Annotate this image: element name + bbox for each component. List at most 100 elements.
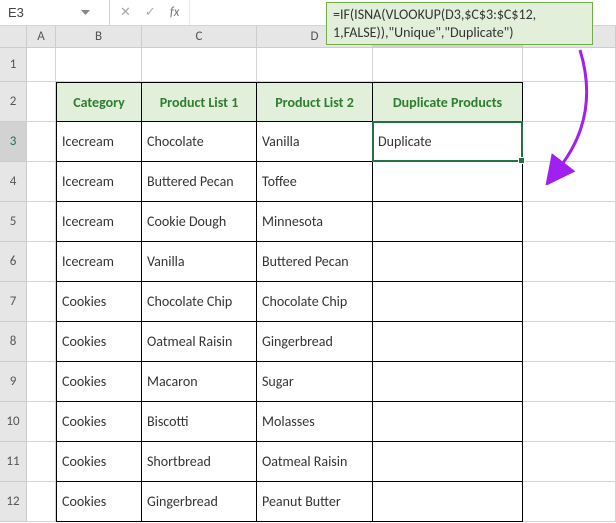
cell-E9[interactable] <box>373 362 523 402</box>
cell-tail-9[interactable] <box>523 362 616 402</box>
cell-D7[interactable]: Chocolate Chip <box>257 282 373 322</box>
cell-E7[interactable] <box>373 282 523 322</box>
formula-tooltip-line1: =IF(ISNA(VLOOKUP(D3,$C$3:$C$12, <box>333 6 586 24</box>
cell-A7[interactable] <box>27 282 56 322</box>
cell-D1[interactable] <box>257 48 373 82</box>
row-header-9[interactable]: 9 <box>0 362 27 402</box>
cell-B12[interactable]: Cookies <box>56 482 142 522</box>
col-header-B[interactable]: B <box>56 26 142 48</box>
cell-C9[interactable]: Macaron <box>142 362 257 402</box>
cell-E1[interactable] <box>373 48 523 82</box>
col-header-A[interactable]: A <box>27 26 56 48</box>
header-product-list-2[interactable]: Product List 2 <box>257 82 373 122</box>
cell-C5[interactable]: Cookie Dough <box>142 202 257 242</box>
row-header-6[interactable]: 6 <box>0 242 27 282</box>
cell-E4[interactable] <box>373 162 523 202</box>
row-header-3[interactable]: 3 <box>0 122 27 162</box>
cell-tail-4[interactable] <box>523 162 616 202</box>
cell-D3[interactable]: Vanilla <box>257 122 373 162</box>
row-header-7[interactable]: 7 <box>0 282 27 322</box>
grid-row-4: Icecream Buttered Pecan Toffee <box>27 162 616 202</box>
cell-tail-7[interactable] <box>523 282 616 322</box>
cell-tail-3[interactable] <box>523 122 616 162</box>
cell-A6[interactable] <box>27 242 56 282</box>
cell-C11[interactable]: Shortbread <box>142 442 257 482</box>
cell-C4[interactable]: Buttered Pecan <box>142 162 257 202</box>
cell-tail-5[interactable] <box>523 202 616 242</box>
cancel-icon[interactable]: ✕ <box>120 5 131 20</box>
cell-B7[interactable]: Cookies <box>56 282 142 322</box>
cell-A4[interactable] <box>27 162 56 202</box>
cell-B11[interactable]: Cookies <box>56 442 142 482</box>
cell-B4[interactable]: Icecream <box>56 162 142 202</box>
row-header-11[interactable]: 11 <box>0 442 27 482</box>
cell-A9[interactable] <box>27 362 56 402</box>
cell-D9[interactable]: Sugar <box>257 362 373 402</box>
row-header-5[interactable]: 5 <box>0 202 27 242</box>
grid-row-7: Cookies Chocolate Chip Chocolate Chip <box>27 282 616 322</box>
grid-body: Category Product List 1 Product List 2 D… <box>27 48 616 522</box>
cell-tail-2[interactable] <box>523 82 616 122</box>
fx-label[interactable]: fx <box>170 5 180 20</box>
row-header-8[interactable]: 8 <box>0 322 27 362</box>
cell-C8[interactable]: Oatmeal Raisin <box>142 322 257 362</box>
row-header-4[interactable]: 4 <box>0 162 27 202</box>
row-header-10[interactable]: 10 <box>0 402 27 442</box>
cell-tail-11[interactable] <box>523 442 616 482</box>
cell-tail-6[interactable] <box>523 242 616 282</box>
cell-D11[interactable]: Oatmeal Raisin <box>257 442 373 482</box>
row-header-2[interactable]: 2 <box>0 82 27 122</box>
check-icon[interactable]: ✓ <box>145 5 156 20</box>
name-box[interactable] <box>8 5 78 20</box>
formula-tooltip-line2: 1,FALSE)),"Unique","Duplicate") <box>333 24 586 42</box>
cell-B3[interactable]: Icecream <box>56 122 142 162</box>
row-header-12[interactable]: 12 <box>0 482 27 522</box>
cell-C6[interactable]: Vanilla <box>142 242 257 282</box>
cell-E12[interactable] <box>373 482 523 522</box>
cell-tail-10[interactable] <box>523 402 616 442</box>
cell-tail-12[interactable] <box>523 482 616 522</box>
cell-C12[interactable]: Gingerbread <box>142 482 257 522</box>
cell-A1[interactable] <box>27 48 56 82</box>
cell-A8[interactable] <box>27 322 56 362</box>
cell-D5[interactable]: Minnesota <box>257 202 373 242</box>
cell-C3[interactable]: Chocolate <box>142 122 257 162</box>
cell-D4[interactable]: Toffee <box>257 162 373 202</box>
cell-B5[interactable]: Icecream <box>56 202 142 242</box>
name-box-dropdown[interactable] <box>78 6 92 20</box>
header-duplicate-products[interactable]: Duplicate Products <box>373 82 523 122</box>
col-header-C[interactable]: C <box>142 26 257 48</box>
cell-E8[interactable] <box>373 322 523 362</box>
cell-A3[interactable] <box>27 122 56 162</box>
cell-B1[interactable] <box>56 48 142 82</box>
cell-E5[interactable] <box>373 202 523 242</box>
cell-E3[interactable]: Duplicate <box>373 122 523 162</box>
row-header-1[interactable]: 1 <box>0 48 27 82</box>
cell-A5[interactable] <box>27 202 56 242</box>
cell-B10[interactable]: Cookies <box>56 402 142 442</box>
cell-B8[interactable]: Cookies <box>56 322 142 362</box>
cell-C1[interactable] <box>142 48 257 82</box>
header-product-list-1[interactable]: Product List 1 <box>142 82 257 122</box>
cell-A11[interactable] <box>27 442 56 482</box>
cell-B6[interactable]: Icecream <box>56 242 142 282</box>
formula-tooltip: =IF(ISNA(VLOOKUP(D3,$C$3:$C$12, 1,FALSE)… <box>326 2 593 45</box>
cell-D10[interactable]: Molasses <box>257 402 373 442</box>
header-category[interactable]: Category <box>56 82 142 122</box>
cell-D6[interactable]: Buttered Pecan <box>257 242 373 282</box>
cell-D8[interactable]: Gingerbread <box>257 322 373 362</box>
cell-E10[interactable] <box>373 402 523 442</box>
spreadsheet: A B C D E 1 2 3 4 5 6 7 8 9 10 11 12 <box>0 26 616 522</box>
cell-B9[interactable]: Cookies <box>56 362 142 402</box>
cell-tail-1[interactable] <box>523 48 616 82</box>
cell-A12[interactable] <box>27 482 56 522</box>
cell-C7[interactable]: Chocolate Chip <box>142 282 257 322</box>
cell-A2[interactable] <box>27 82 56 122</box>
select-all-corner[interactable] <box>0 26 27 48</box>
cell-tail-8[interactable] <box>523 322 616 362</box>
cell-C10[interactable]: Biscotti <box>142 402 257 442</box>
cell-E6[interactable] <box>373 242 523 282</box>
cell-E11[interactable] <box>373 442 523 482</box>
cell-D12[interactable]: Peanut Butter <box>257 482 373 522</box>
cell-A10[interactable] <box>27 402 56 442</box>
